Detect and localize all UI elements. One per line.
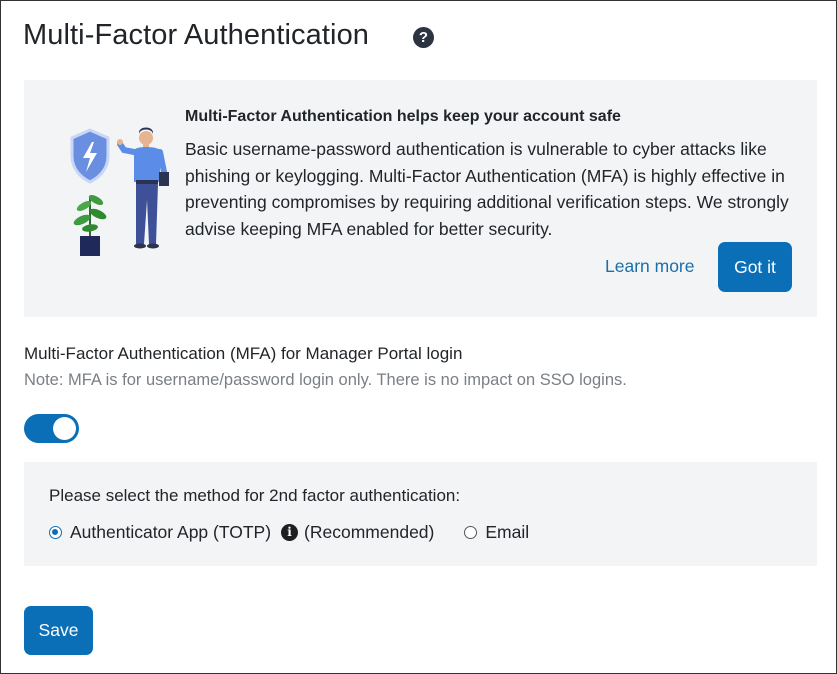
info-banner: Multi-Factor Authentication helps keep y…: [24, 80, 817, 317]
recommended-label: (Recommended): [304, 521, 435, 542]
mfa-settings-panel: Multi-Factor Authentication ? Multi-Fact…: [0, 0, 837, 674]
method-selection-label: Please select the method for 2nd factor …: [49, 486, 461, 505]
option-label-authenticator-app[interactable]: Authenticator App (TOTP): [70, 522, 271, 543]
radio-email[interactable]: [464, 525, 478, 539]
banner-body: Basic username-password authentication i…: [185, 139, 789, 239]
mfa-toggle[interactable]: [24, 414, 79, 443]
mfa-setting-note: Note: MFA is for username/password login…: [24, 371, 627, 389]
option-label-email[interactable]: Email: [485, 522, 529, 543]
plant-pot: [80, 236, 100, 256]
page-title: Multi-Factor Authentication: [23, 19, 370, 51]
mfa-setting-label: Multi-Factor Authentication (MFA) for Ma…: [24, 344, 463, 363]
method-selection-panel: Please select the method for 2nd factor …: [24, 462, 817, 566]
banner-heading: Multi-Factor Authentication helps keep y…: [185, 108, 621, 125]
got-it-button[interactable]: Got it: [718, 242, 792, 292]
learn-more-link[interactable]: Learn more: [605, 256, 695, 277]
info-circle-icon[interactable]: i: [281, 523, 299, 541]
radio-authenticator-app[interactable]: [49, 525, 62, 539]
security-person-illustration: [70, 127, 169, 256]
question-circle-icon[interactable]: ?: [413, 27, 434, 48]
save-button[interactable]: Save: [24, 606, 93, 655]
person-head: [139, 131, 153, 145]
toggle-knob: [53, 417, 76, 440]
method-radio-group: Authenticator App (TOTP) i (Recommended)…: [49, 520, 529, 544]
